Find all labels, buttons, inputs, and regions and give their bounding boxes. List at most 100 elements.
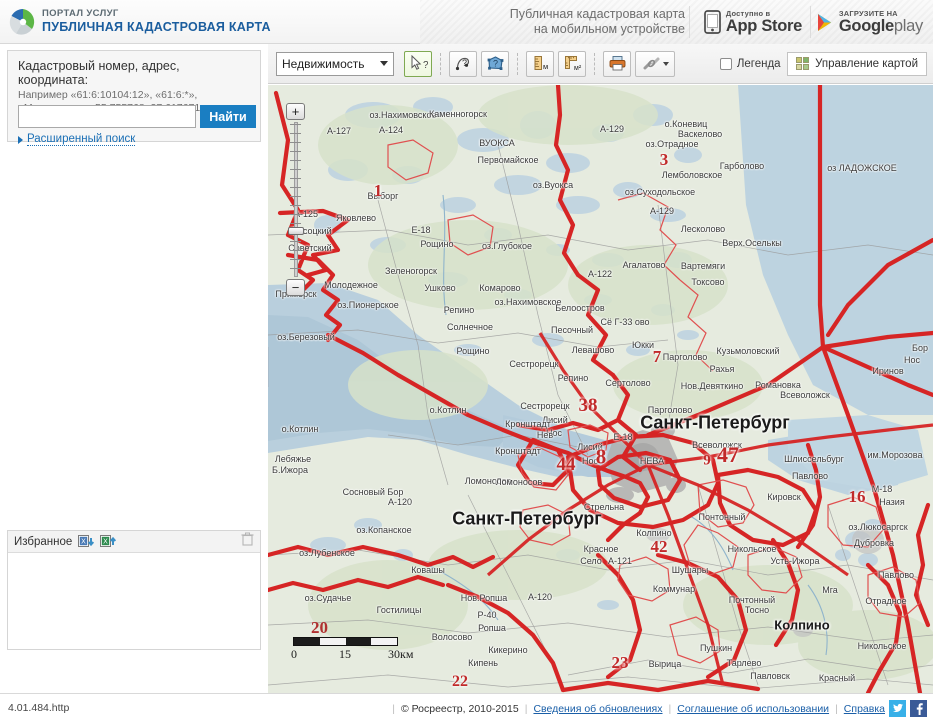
layer-select-value: Недвижимость bbox=[282, 56, 365, 71]
version-label: 4.01.484.http bbox=[8, 702, 70, 714]
layer-select[interactable]: Недвижимость bbox=[276, 51, 394, 76]
brand-subtitle: ПОРТАЛ УСЛУГ bbox=[42, 8, 119, 19]
search-hint-line1: Например «61:6:10104:12», «61:6:*», bbox=[18, 89, 198, 101]
google-play-label-light: play bbox=[893, 17, 923, 35]
chevron-down-icon bbox=[662, 61, 669, 66]
footer-links: | © Росреестр, 2010-2015 | Сведения об о… bbox=[386, 700, 927, 717]
ruler-m2-icon: м² bbox=[564, 56, 582, 72]
chevron-down-icon bbox=[380, 61, 388, 66]
zoom-slider-ticks bbox=[290, 124, 302, 276]
footer-separator-1: | bbox=[524, 702, 528, 715]
svg-text:м: м bbox=[543, 62, 548, 71]
triangle-right-icon bbox=[18, 135, 23, 144]
search-panel-title: Кадастровый номер, адрес, координата: bbox=[18, 59, 180, 87]
scale-label-15: 15 bbox=[339, 647, 351, 661]
layers-grid-icon bbox=[795, 56, 810, 71]
svg-text:?: ? bbox=[462, 58, 467, 68]
svg-text:X: X bbox=[103, 538, 108, 545]
zoom-out-button[interactable]: − bbox=[286, 279, 305, 296]
iphone-icon bbox=[704, 10, 721, 34]
svg-text:м²: м² bbox=[574, 65, 582, 72]
map-graphics bbox=[268, 85, 933, 693]
print-tool-button[interactable] bbox=[603, 50, 631, 77]
search-panel: Кадастровый номер, адрес, координата: На… bbox=[7, 50, 261, 146]
favorites-list[interactable] bbox=[8, 553, 260, 649]
scale-label-0: 0 bbox=[291, 647, 297, 661]
footer-separator-2: | bbox=[668, 702, 672, 715]
link-chain-icon bbox=[643, 57, 659, 70]
mobile-promo-line2: на мобильном устройстве bbox=[533, 22, 685, 36]
trash-icon bbox=[241, 532, 254, 546]
search-button[interactable]: Найти bbox=[200, 105, 256, 128]
rosreestr-pie-logo-icon bbox=[8, 7, 38, 37]
footer-link-help[interactable]: Справка bbox=[844, 703, 885, 715]
legend-toggle[interactable]: Легенда bbox=[719, 57, 781, 70]
twitter-icon[interactable] bbox=[889, 700, 906, 717]
map-scale-bar: 20 0 15 30км bbox=[291, 618, 413, 661]
map-canvas[interactable]: оз.Нахимовское Каменногорск о.Коневиц Васке… bbox=[268, 85, 933, 693]
mobile-promo-text: Публичная кадастровая карта на мобильном… bbox=[475, 7, 685, 37]
scale-bar-labels: 0 15 30км bbox=[291, 647, 413, 661]
scale-bar-graphic bbox=[293, 637, 398, 646]
facebook-icon[interactable] bbox=[910, 700, 927, 717]
page-header: ПОРТАЛ УСЛУГ ПУБЛИЧНАЯ КАДАСТРОВАЯ КАРТА… bbox=[0, 0, 933, 44]
toolbar-separator-1 bbox=[440, 52, 441, 75]
app-store-label: App Store bbox=[725, 17, 802, 35]
cursor-question-icon: ? bbox=[411, 55, 428, 71]
copyright-label: © Росреестр, 2010-2015 bbox=[400, 702, 519, 715]
favorites-header: Избранное X X bbox=[8, 531, 260, 553]
footer-link-updates[interactable]: Сведения об обновлениях bbox=[533, 703, 662, 715]
measure-length-tool-button[interactable]: м bbox=[526, 50, 554, 77]
advanced-search-toggle[interactable]: Расширенный поиск bbox=[18, 133, 136, 146]
google-play-label-bold: Google bbox=[838, 17, 894, 35]
polygon-info-tool-button[interactable]: ? bbox=[481, 50, 509, 77]
toolbar-right-group: Легенда Управление картой bbox=[719, 51, 933, 76]
svg-text:X: X bbox=[81, 538, 86, 545]
footer-separator-3: | bbox=[835, 702, 838, 715]
scale-top-label: 20 bbox=[311, 618, 328, 637]
svg-text:?: ? bbox=[423, 60, 428, 71]
footer-link-agreement[interactable]: Соглашение об использовании bbox=[677, 703, 829, 715]
favorites-title: Избранное bbox=[14, 535, 73, 548]
search-input[interactable] bbox=[18, 105, 196, 128]
toolbar-separator-3 bbox=[594, 52, 595, 75]
footer-separator-0: | bbox=[392, 702, 395, 715]
favorites-delete-button[interactable] bbox=[241, 532, 254, 551]
link-tool-button[interactable] bbox=[635, 50, 675, 77]
printer-icon bbox=[609, 56, 625, 71]
scale-label-30: 30км bbox=[388, 647, 414, 661]
cadastral-map-page: ПОРТАЛ УСЛУГ ПУБЛИЧНАЯ КАДАСТРОВАЯ КАРТА… bbox=[0, 0, 933, 723]
ruler-m-icon: м bbox=[534, 56, 548, 71]
svg-text:?: ? bbox=[492, 59, 497, 69]
toolbar-separator-2 bbox=[517, 52, 518, 75]
header-divider-2 bbox=[810, 6, 811, 38]
page-footer: 4.01.484.http | © Росреестр, 2010-2015 |… bbox=[0, 693, 933, 723]
favorites-panel: Избранное X X bbox=[7, 530, 261, 650]
google-play-label: Googleplay bbox=[839, 18, 923, 35]
excel-export-icon: X bbox=[100, 534, 117, 547]
brand-title: ПУБЛИЧНАЯ КАДАСТРОВАЯ КАРТА bbox=[42, 19, 271, 34]
area-info-tool-button[interactable]: ? bbox=[449, 50, 477, 77]
left-sidebar: Кадастровый номер, адрес, координата: На… bbox=[0, 44, 268, 693]
map-control-label: Управление картой bbox=[815, 57, 918, 70]
polyline-question-icon: ? bbox=[455, 57, 469, 71]
map-zoom-control[interactable]: + − bbox=[286, 103, 306, 296]
map-toolbar: Недвижимость ? ? ? bbox=[268, 44, 933, 84]
sidebar-collapse-tab[interactable] bbox=[268, 347, 269, 387]
excel-import-icon: X bbox=[78, 534, 95, 547]
play-triangle-icon bbox=[817, 13, 831, 31]
zoom-in-button[interactable]: + bbox=[286, 103, 305, 120]
header-divider-1 bbox=[689, 6, 690, 38]
search-row: Найти bbox=[18, 105, 256, 128]
brand-block: ПОРТАЛ УСЛУГ ПУБЛИЧНАЯ КАДАСТРОВАЯ КАРТА bbox=[42, 8, 271, 36]
map-control-button[interactable]: Управление картой bbox=[786, 51, 927, 76]
google-play-badge[interactable]: ЗАГРУЗИТЕ НА Googleplay bbox=[812, 5, 927, 39]
legend-label: Легенда bbox=[736, 57, 781, 70]
legend-checkbox[interactable] bbox=[719, 57, 732, 70]
polygon-question-icon: ? bbox=[487, 56, 503, 70]
app-store-badge[interactable]: Доступно в App Store bbox=[700, 5, 806, 39]
mobile-promo-line1: Публичная кадастровая карта bbox=[509, 7, 685, 21]
measure-area-tool-button[interactable]: м² bbox=[558, 50, 586, 77]
select-info-tool-button[interactable]: ? bbox=[404, 50, 432, 77]
zoom-slider-thumb[interactable] bbox=[288, 227, 304, 235]
